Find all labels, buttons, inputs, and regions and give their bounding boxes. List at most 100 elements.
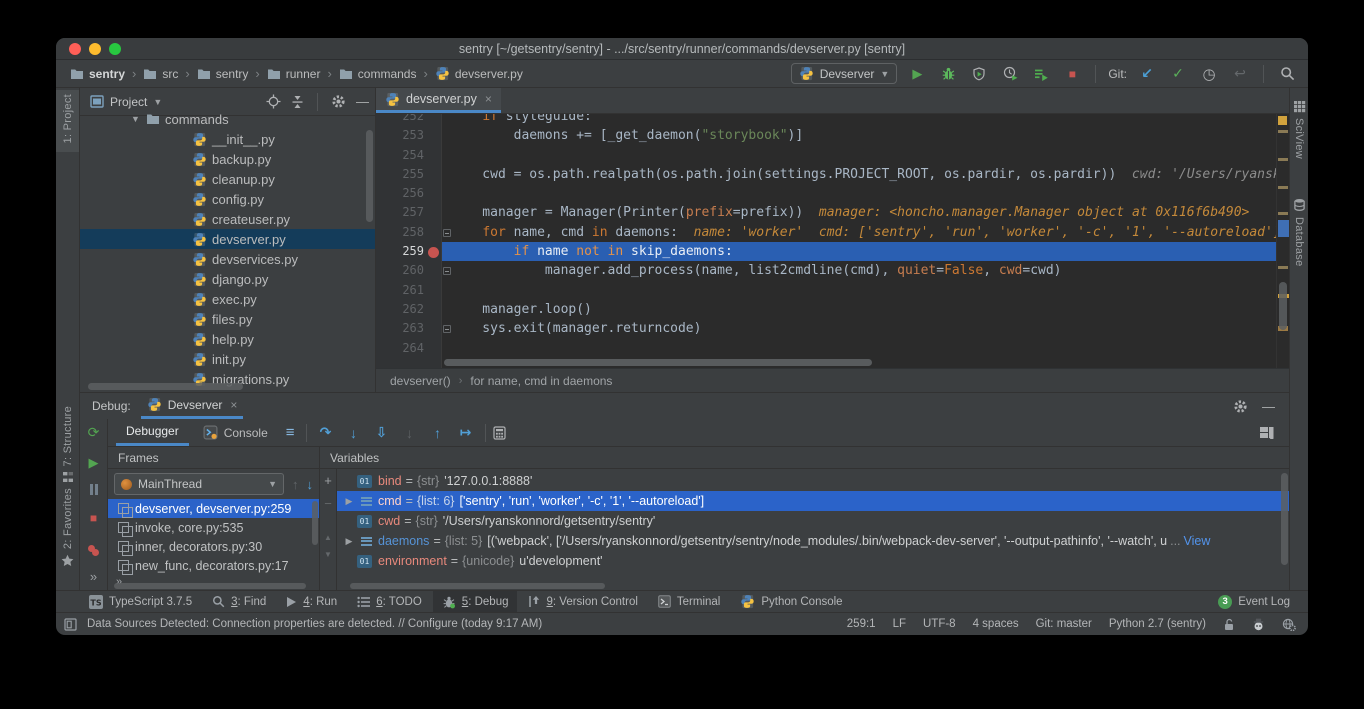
step-into-my-code-icon[interactable]: ↓: [398, 425, 422, 441]
more-actions-icon[interactable]: »: [80, 569, 107, 584]
chevron-down-icon[interactable]: ▼: [153, 97, 162, 107]
tool-window-button--version-control[interactable]: 9: Version Control: [519, 591, 646, 613]
stop-button[interactable]: ■: [1061, 63, 1083, 85]
tree-item-init.py[interactable]: init.py: [80, 349, 375, 369]
breakpoint-icon[interactable]: [428, 247, 439, 258]
hide-debug-panel-button[interactable]: —: [1262, 399, 1275, 414]
tree-item-files.py[interactable]: files.py: [80, 309, 375, 329]
tree-item-django.py[interactable]: django.py: [80, 269, 375, 289]
status-item[interactable]: 4 spaces: [973, 618, 1019, 630]
tool-window-button--todo[interactable]: 6: TODO: [348, 591, 431, 613]
variables-horizontal-scrollbar[interactable]: [350, 583, 605, 589]
status-item[interactable]: LF: [893, 618, 906, 630]
debug-session-tab[interactable]: Devserver ×: [141, 394, 244, 419]
gear-icon[interactable]: [331, 94, 346, 109]
stripe-button--project[interactable]: 1: Project: [56, 90, 79, 152]
tab-console[interactable]: Console: [193, 419, 278, 446]
tool-window-toggle-icon[interactable]: [64, 618, 77, 631]
editor-breadcrumb[interactable]: devserver(): [390, 374, 451, 388]
tool-window-button--debug[interactable]: 5: Debug: [433, 591, 518, 613]
code-line-259[interactable]: 259 if name not in skip_daemons:: [376, 242, 1289, 261]
code-line-261[interactable]: 261: [376, 281, 1289, 300]
view-breakpoints-icon[interactable]: [80, 540, 107, 555]
hector-icon[interactable]: [1252, 618, 1265, 631]
tree-item-__init__.py[interactable]: __init__.py: [80, 129, 375, 149]
line-number[interactable]: 252: [376, 114, 442, 126]
tool-window-button--find[interactable]: 3: Find: [203, 591, 275, 613]
pause-icon[interactable]: [80, 483, 107, 498]
resume-icon[interactable]: ▶: [80, 455, 107, 471]
line-number[interactable]: 261: [376, 281, 442, 300]
scroll-up-icon[interactable]: ▲: [324, 533, 332, 542]
locate-file-icon[interactable]: [266, 94, 281, 109]
update-project-button[interactable]: ↙: [1136, 63, 1158, 85]
minimize-window-button[interactable]: [89, 43, 101, 55]
line-number[interactable]: 258: [376, 223, 442, 242]
layout-options-icon[interactable]: ≡: [282, 424, 299, 441]
status-message[interactable]: Data Sources Detected: Connection proper…: [87, 618, 542, 630]
breadcrumb-sentry[interactable]: sentry: [68, 66, 127, 82]
code-line-260[interactable]: 260 manager.add_process(name, list2cmdli…: [376, 261, 1289, 280]
hide-panel-button[interactable]: —: [356, 94, 369, 109]
error-stripe-mark[interactable]: [1278, 158, 1288, 161]
step-into-icon[interactable]: ↓: [342, 425, 366, 441]
previous-frame-icon[interactable]: ↑: [292, 477, 299, 492]
code-line-256[interactable]: 256: [376, 184, 1289, 203]
frame-item[interactable]: invoke, core.py:535: [108, 518, 319, 537]
breadcrumb-runner[interactable]: runner: [265, 66, 323, 82]
step-out-icon[interactable]: ↑: [426, 425, 450, 441]
scroll-down-icon[interactable]: ▼: [324, 550, 332, 559]
code-editor[interactable]: 252 if styleguide:253 daemons += [_get_d…: [376, 114, 1289, 368]
close-window-button[interactable]: [69, 43, 81, 55]
tool-window-button-python-console[interactable]: Python Console: [731, 591, 851, 613]
line-number[interactable]: 263: [376, 319, 442, 338]
breadcrumb-src[interactable]: src: [141, 66, 180, 82]
tree-item-devserver.py[interactable]: devserver.py: [80, 229, 375, 249]
tree-item-exec.py[interactable]: exec.py: [80, 289, 375, 309]
line-number[interactable]: 254: [376, 146, 442, 165]
frames-vertical-scrollbar[interactable]: [312, 501, 318, 545]
editor-breadcrumb[interactable]: for name, cmd in daemons: [470, 374, 612, 388]
globegear-icon[interactable]: [1282, 618, 1296, 631]
tool-window-button--run[interactable]: 4: Run: [277, 591, 346, 613]
title-bar[interactable]: sentry [~/getsentry/sentry] - .../src/se…: [56, 38, 1308, 60]
stripe-button--structure[interactable]: 7: Structure: [56, 402, 79, 487]
close-icon[interactable]: ×: [230, 398, 237, 412]
editor-vertical-scrollbar[interactable]: [1279, 282, 1287, 330]
line-number[interactable]: 264: [376, 339, 442, 358]
stripe-button-database[interactable]: Database: [1290, 194, 1308, 271]
variable-row-cmd[interactable]: ▶cmd={list: 6}['sentry', 'run', 'worker'…: [337, 491, 1289, 511]
code-line-264[interactable]: 264: [376, 339, 1289, 358]
frame-item[interactable]: new_func, decorators.py:17: [108, 556, 319, 575]
tree-item-backup.py[interactable]: backup.py: [80, 149, 375, 169]
run-button[interactable]: ▶: [906, 63, 928, 85]
error-stripe-mark[interactable]: [1278, 212, 1288, 215]
code-line-254[interactable]: 254: [376, 146, 1289, 165]
profiler-button[interactable]: [999, 63, 1021, 85]
line-number[interactable]: 260: [376, 261, 442, 280]
line-number[interactable]: 262: [376, 300, 442, 319]
debug-button[interactable]: [937, 63, 959, 85]
project-vertical-scrollbar[interactable]: [366, 130, 373, 222]
status-item[interactable]: 259:1: [847, 618, 876, 630]
code-line-257[interactable]: 257 manager = Manager(Printer(prefix=pre…: [376, 203, 1289, 222]
variable-row-environment[interactable]: 01environment={unicode}u'development': [337, 551, 1289, 571]
force-step-into-icon[interactable]: ⇩: [370, 424, 394, 441]
search-everywhere-button[interactable]: [1276, 63, 1298, 85]
next-frame-icon[interactable]: ↓: [307, 477, 314, 492]
code-line-255[interactable]: 255 cwd = os.path.realpath(os.path.join(…: [376, 165, 1289, 184]
frame-item[interactable]: devserver, devserver.py:259: [108, 499, 319, 518]
variables-vertical-scrollbar[interactable]: [1281, 473, 1288, 565]
tool-window-button-typescript-3-7-5[interactable]: TSTypeScript 3.7.5: [80, 591, 201, 613]
code-line-253[interactable]: 253 daemons += [_get_daemon("storybook")…: [376, 126, 1289, 145]
thread-dropdown[interactable]: MainThread ▼: [114, 473, 284, 495]
status-item[interactable]: Python 2.7 (sentry): [1109, 618, 1206, 630]
code-line-258[interactable]: 258 for name, cmd in daemons: name: 'wor…: [376, 223, 1289, 242]
fold-marker-icon[interactable]: [443, 325, 451, 333]
stripe-button-sciview[interactable]: SciView: [1290, 96, 1308, 163]
breadcrumb-sentry[interactable]: sentry: [195, 66, 251, 82]
status-item[interactable]: Git: master: [1036, 618, 1092, 630]
run-to-cursor-icon[interactable]: ↦: [454, 424, 478, 441]
step-over-icon[interactable]: ↷: [314, 424, 338, 441]
tree-item-cleanup.py[interactable]: cleanup.py: [80, 169, 375, 189]
